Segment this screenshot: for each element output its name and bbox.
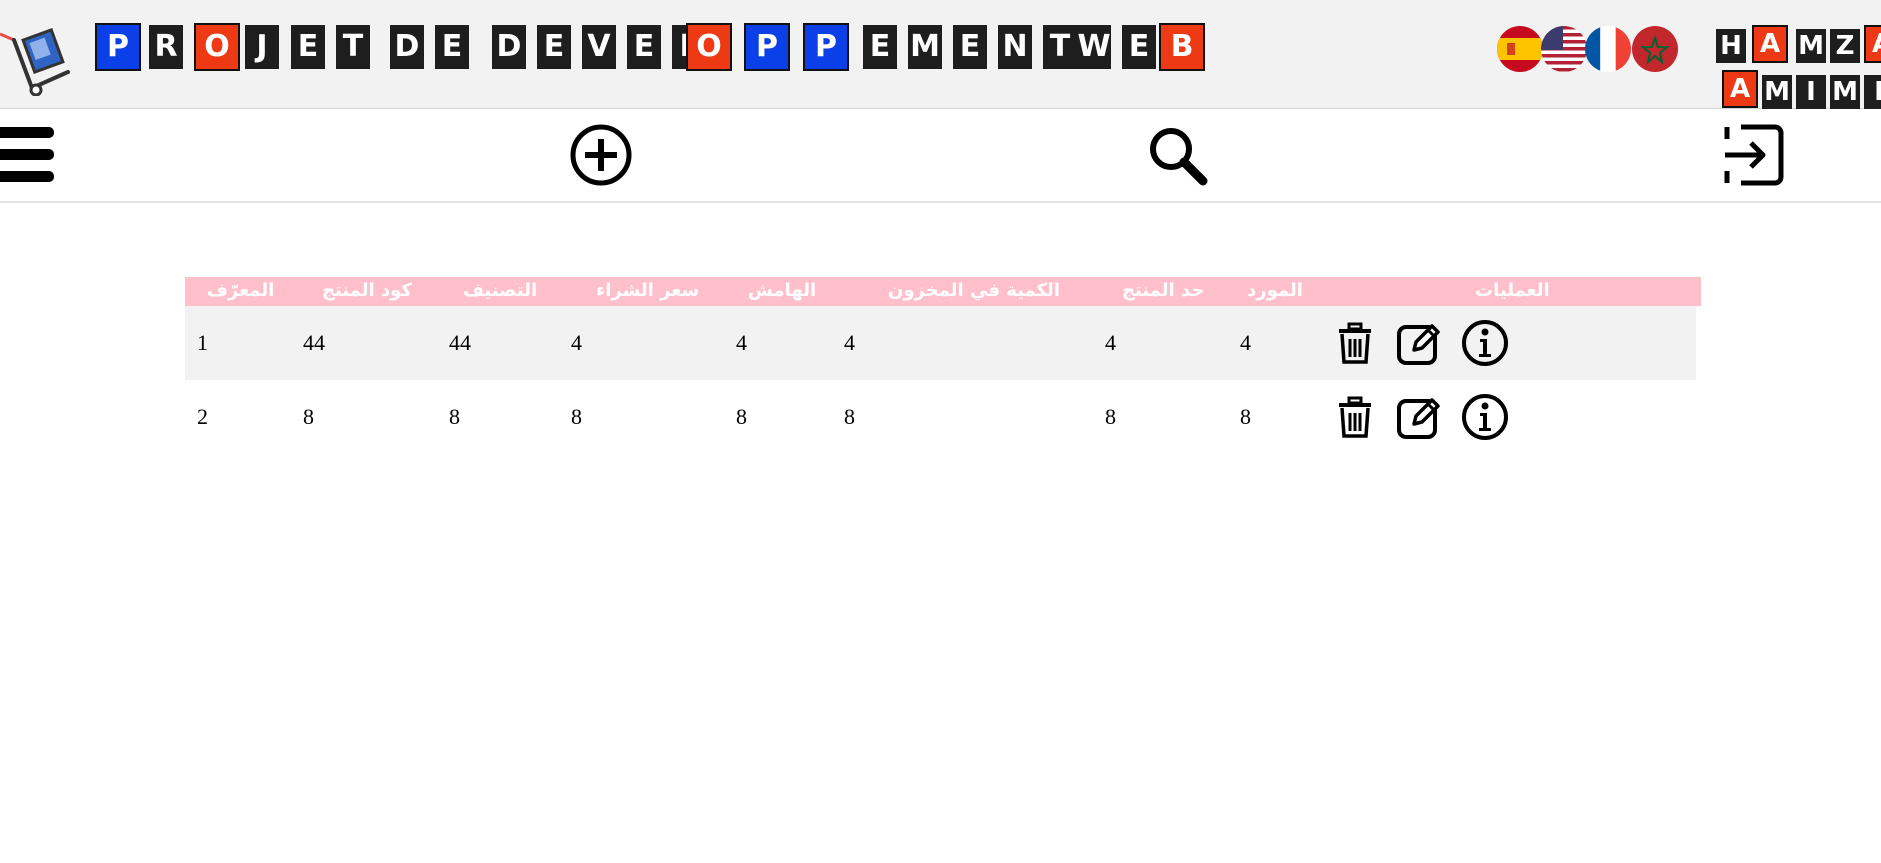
title-letter-tile: T [336, 25, 370, 69]
author-letter-tile: I [1796, 75, 1826, 109]
title-letter-tile: D [390, 25, 424, 69]
title-letter-tile: W [1077, 25, 1111, 69]
products-table: المعرّف كود المنتج التصنيف سعر الشراء ال… [185, 277, 1701, 454]
column-header-actions: العمليات [1475, 280, 1550, 301]
column-header-margin: الهامش [748, 280, 817, 301]
title-letter-tile: N [998, 25, 1032, 69]
title-letter-tile: E [863, 25, 897, 69]
author-letter-tile: H [1716, 29, 1746, 63]
cell-stock: 4 [844, 330, 855, 355]
title-letter-tile: R [149, 25, 183, 69]
title-letter-tile: E [291, 25, 325, 69]
title-letter-tile: T [1043, 25, 1077, 69]
hamburger-menu-icon[interactable] [0, 109, 56, 201]
cell-category: 44 [449, 330, 471, 355]
author-name: HAMZAAMIMI [1716, 25, 1881, 109]
toolbar [0, 109, 1881, 203]
cell-price: 8 [571, 404, 582, 429]
info-icon[interactable] [1461, 393, 1509, 441]
author-letter-tile: Z [1830, 29, 1860, 63]
add-circle-icon[interactable] [568, 109, 634, 201]
cell-supplier: 8 [1240, 404, 1251, 429]
column-header-limit: حد المنتج [1122, 280, 1205, 301]
delete-icon[interactable] [1331, 319, 1379, 367]
table-body: 1 44 44 4 4 4 4 4 2 8 8 8 8 8 8 8 [185, 306, 1701, 454]
spain-flag-icon[interactable] [1497, 26, 1543, 72]
cell-id: 1 [197, 330, 208, 355]
morocco-flag-icon[interactable] [1632, 26, 1678, 72]
author-letter-tile: M [1830, 75, 1860, 109]
delete-icon[interactable] [1331, 393, 1379, 441]
column-header-supplier: المورد [1247, 280, 1303, 301]
cell-category: 8 [449, 404, 460, 429]
cell-price: 4 [571, 330, 582, 355]
search-icon[interactable] [1144, 109, 1210, 201]
author-letter-tile: I [1864, 75, 1881, 109]
column-header-category: التصنيف [463, 280, 538, 301]
title-letter-tile: E [627, 25, 661, 69]
column-header-id: المعرّف [207, 280, 275, 301]
cell-code: 44 [303, 330, 325, 355]
title-letter-tile: E [1122, 25, 1156, 69]
france-flag-icon[interactable] [1585, 26, 1631, 72]
table-row: 1 44 44 4 4 4 4 4 [185, 306, 1696, 380]
info-icon[interactable] [1461, 319, 1509, 367]
author-letter-tile: M [1762, 75, 1792, 109]
edit-icon[interactable] [1395, 319, 1443, 367]
app-header: PROJETDEDEVELOPPEMENTWEB HAMZAAMIMI [0, 0, 1881, 109]
title-letter-tile: V [582, 25, 616, 69]
cell-supplier: 4 [1240, 330, 1251, 355]
cell-stock: 8 [844, 404, 855, 429]
title-letter-tile: E [537, 25, 571, 69]
cell-margin: 4 [736, 330, 747, 355]
column-header-code: كود المنتج [322, 280, 412, 301]
title-letter-tile: P [803, 23, 849, 71]
title-letter-tile: E [435, 25, 469, 69]
title-letter-tile: D [492, 25, 526, 69]
title-letter-tile: B [1159, 23, 1205, 71]
cell-limit: 4 [1105, 330, 1116, 355]
cell-id: 2 [197, 404, 208, 429]
column-header-price: سعر الشراء [596, 280, 700, 301]
title-letter-tile: M [908, 25, 942, 69]
logout-icon[interactable] [1720, 109, 1786, 201]
edit-icon[interactable] [1395, 393, 1443, 441]
table-row: 2 8 8 8 8 8 8 8 [185, 380, 1696, 454]
author-letter-tile: M [1796, 29, 1826, 63]
table-header: المعرّف كود المنتج التصنيف سعر الشراء ال… [185, 277, 1701, 306]
cart-logo-icon[interactable] [0, 24, 74, 97]
column-header-stock: الكمية في المخزون [888, 280, 1060, 301]
usa-flag-icon[interactable] [1541, 26, 1587, 72]
author-letter-tile: A [1752, 25, 1788, 63]
title-letter-tile: J [245, 25, 279, 69]
title-letter-tile: P [744, 23, 790, 71]
title-letter-tile: O [194, 23, 240, 71]
title-letter-tile: E [953, 25, 987, 69]
author-letter-tile: A [1864, 25, 1881, 63]
cell-limit: 8 [1105, 404, 1116, 429]
cell-margin: 8 [736, 404, 747, 429]
author-letter-tile: A [1722, 70, 1758, 108]
title-letter-tile: P [95, 23, 141, 71]
cell-code: 8 [303, 404, 314, 429]
title-letter-tile: O [686, 23, 732, 71]
